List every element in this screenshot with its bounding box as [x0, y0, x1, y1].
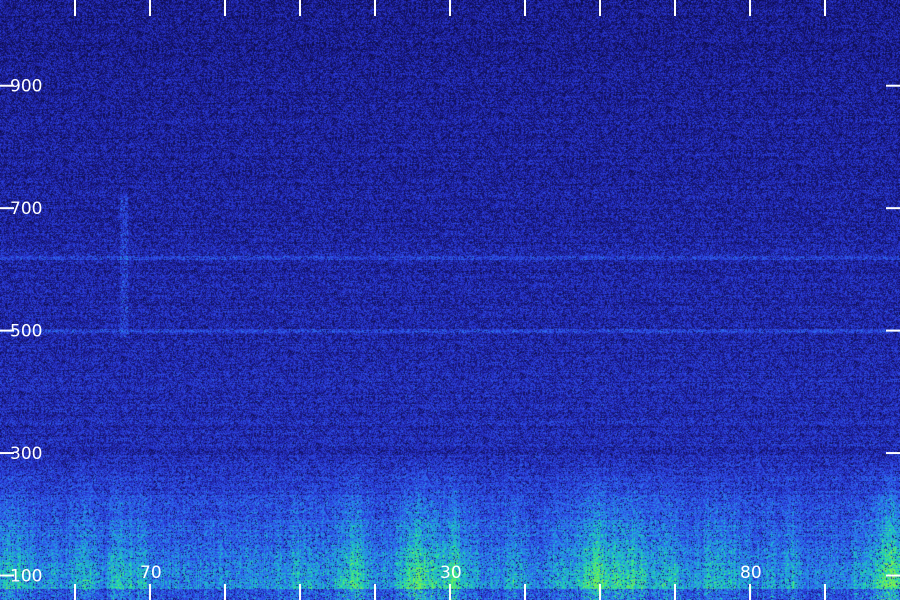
spectrogram-chart: 100 300 500 700 900 70 30 80 — [0, 0, 900, 600]
spectrogram-heatmap — [0, 0, 900, 600]
